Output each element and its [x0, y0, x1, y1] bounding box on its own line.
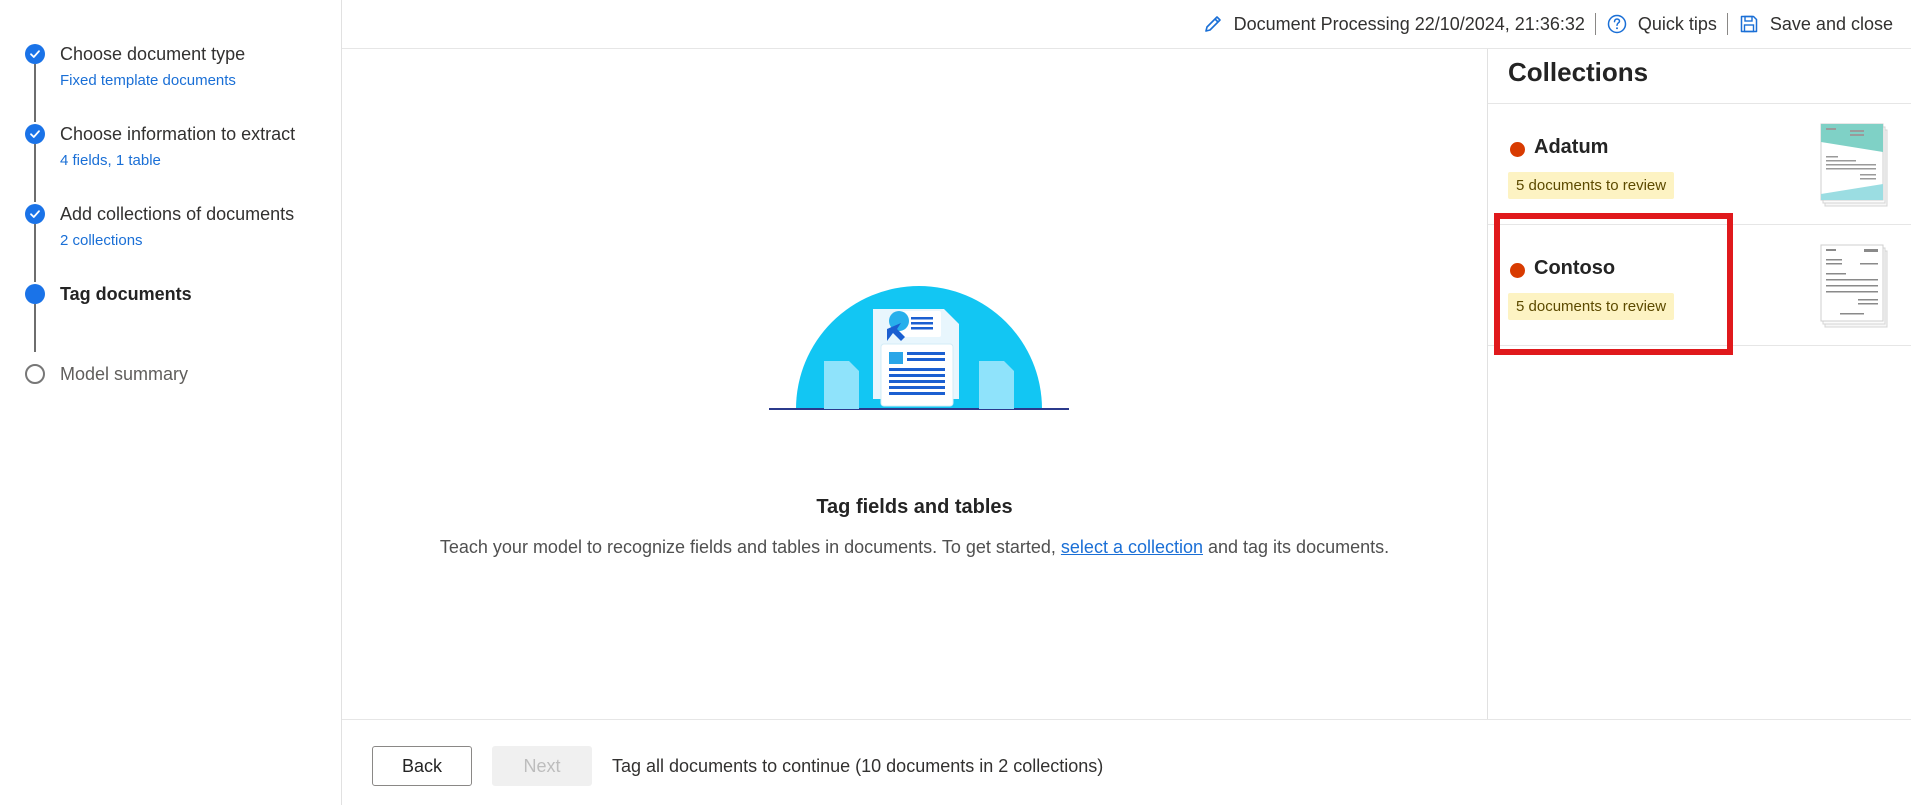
pencil-icon [1204, 16, 1221, 32]
help-icon [1607, 14, 1627, 34]
document-thumbnail [1820, 244, 1888, 328]
step-connector [34, 64, 36, 122]
quick-tips-button[interactable]: Quick tips [1596, 13, 1727, 35]
step-title: Model summary [60, 364, 189, 384]
check-icon [25, 124, 45, 144]
select-collection-link[interactable]: select a collection [1061, 537, 1203, 557]
review-count-badge: 5 documents to review [1508, 172, 1675, 199]
step-subtitle: 4 fields, 1 table [60, 152, 161, 169]
next-button[interactable]: Next [492, 746, 592, 786]
main-content: Tag fields and tables Teach your model t… [342, 49, 1487, 719]
empty-state-title: Tag fields and tables [816, 496, 1013, 518]
collection-name: Contoso [1534, 257, 1616, 279]
collection-item-adatum[interactable]: Adatum 5 documents to review [1488, 104, 1911, 225]
collections-panel: Collections Adatum 5 documents to review [1487, 49, 1911, 719]
step-title: Tag documents [60, 284, 192, 304]
step-connector [34, 224, 36, 282]
review-count-badge: 5 documents to review [1508, 293, 1675, 320]
pending-step-circle [25, 364, 45, 384]
status-indicator [1510, 142, 1525, 157]
step-connector [34, 144, 36, 202]
footer-bar: Back Next Tag all documents to continue … [342, 719, 1911, 805]
step-title: Choose information to extract [60, 124, 296, 144]
collection-name: Adatum [1534, 136, 1609, 158]
document-name-label: Document Processing 22/10/2024, 21:36:32 [1233, 13, 1585, 34]
document-tagging-illustration [769, 286, 1069, 410]
check-icon [25, 204, 45, 224]
check-icon [25, 44, 45, 64]
current-step-dot [25, 284, 45, 304]
document-name-button[interactable]: Document Processing 22/10/2024, 21:36:32 [1192, 13, 1595, 35]
collection-item-contoso[interactable]: Contoso 5 documents to review [1488, 225, 1911, 346]
wizard-stepper: Choose document type Fixed template docu… [0, 0, 342, 805]
document-thumbnail [1820, 123, 1888, 207]
back-button[interactable]: Back [372, 746, 472, 786]
save-icon [1740, 15, 1758, 33]
step-connector [34, 304, 36, 352]
collections-title: Collections [1508, 57, 1649, 87]
step-title: Choose document type [60, 44, 246, 64]
save-and-close-button[interactable]: Save and close [1728, 13, 1903, 35]
status-indicator [1510, 263, 1525, 278]
quick-tips-label: Quick tips [1637, 13, 1717, 34]
footer-status-message: Tag all documents to continue (10 docume… [612, 756, 1104, 776]
empty-state-description: Teach your model to recognize fields and… [342, 537, 1487, 558]
step-subtitle: Fixed template documents [60, 72, 236, 89]
step-subtitle: 2 collections [60, 232, 143, 249]
save-and-close-label: Save and close [1769, 13, 1893, 34]
step-title: Add collections of documents [60, 204, 295, 224]
description-text: Teach your model to recognize fields and… [439, 537, 1061, 557]
top-bar: Document Processing 22/10/2024, 21:36:32… [342, 0, 1911, 49]
description-text: and tag its documents. [1203, 537, 1390, 557]
